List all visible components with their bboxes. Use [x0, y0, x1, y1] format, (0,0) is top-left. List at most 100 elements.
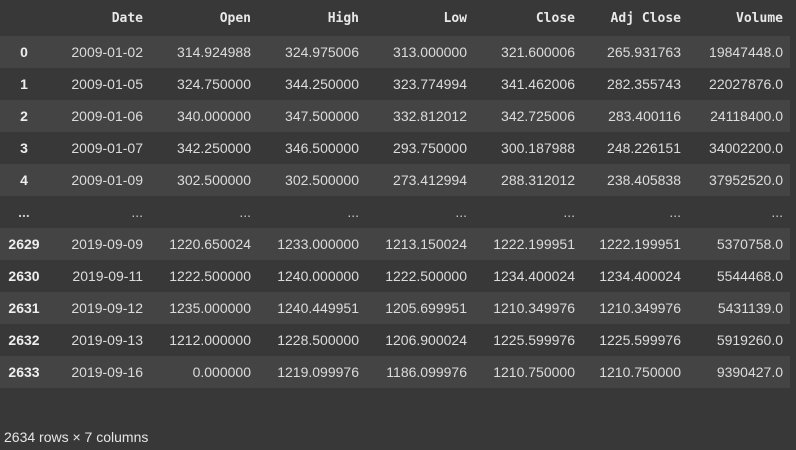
table-cell: 1222.199951: [599, 236, 681, 252]
table-cell: 1233.000000: [277, 236, 359, 252]
table-cell: 2019-09-13: [71, 332, 143, 348]
table-header-row: Date Open High Low Close Adj Close Volume: [0, 0, 790, 36]
table-cell: ...: [669, 204, 681, 220]
table-cell: 342.725006: [501, 108, 575, 124]
row-index-label: 0: [20, 44, 28, 60]
table-cell: 1222.500000: [385, 268, 467, 284]
table-cell: 1222.500000: [169, 268, 251, 284]
table-cell: ...: [239, 204, 251, 220]
table-cell: 5431139.0: [717, 300, 783, 316]
table-row: 2629 2019-09-09 1220.650024 1233.000000 1213…: [0, 228, 790, 260]
table-cell: 5544468.0: [716, 268, 783, 284]
table-cell: 346.500000: [285, 140, 359, 156]
table-cell: ...: [131, 204, 143, 220]
table-cell: 340.000000: [177, 108, 251, 124]
table-cell: 37952520.0: [709, 172, 783, 188]
table-row: 0 2009-01-02 314.924988 324.975006 313.00000…: [0, 36, 790, 68]
table-cell: 1240.449951: [277, 300, 359, 316]
table-cell: ...: [347, 204, 359, 220]
table-cell: 302.500000: [177, 172, 251, 188]
table-cell: 2009-01-09: [71, 172, 143, 188]
table-cell: 1219.099976: [277, 364, 359, 380]
row-index-label: 2630: [8, 268, 40, 284]
table-cell: 1206.900024: [385, 332, 467, 348]
row-index-label: 1: [20, 76, 28, 92]
table-cell: 238.405838: [607, 172, 681, 188]
table-cell: 321.600006: [501, 44, 575, 60]
table-cell: 288.312012: [501, 172, 575, 188]
table-cell: 344.250000: [285, 76, 359, 92]
table-cell: 273.412994: [393, 172, 467, 188]
table-cell: 0.000000: [192, 364, 251, 380]
row-index-label: 3: [20, 140, 28, 156]
table-cell: 1186.099976: [386, 364, 467, 380]
table-cell: 1220.650024: [169, 236, 251, 252]
table-cell: 1210.349976: [599, 300, 681, 316]
table-row: 2633 2019-09-16 0.000000 1219.099976 1186.09…: [0, 356, 790, 388]
table-row: 2630 2019-09-11 1222.500000 1240.000000 1222…: [0, 260, 790, 292]
table-cell: 1234.400024: [599, 268, 681, 284]
table-cell: 2009-01-07: [71, 140, 143, 156]
table-cell: 2019-09-12: [71, 300, 143, 316]
table-cell: 2019-09-09: [71, 236, 143, 252]
table-cell: 2019-09-16: [71, 364, 143, 380]
table-cell: 24118400.0: [710, 108, 783, 124]
table-row: ........................: [0, 196, 790, 228]
table-cell: ...: [455, 204, 467, 220]
table-cell: 347.500000: [285, 108, 359, 124]
table-cell: 324.750000: [177, 76, 251, 92]
table-cell: 9390427.0: [716, 364, 783, 380]
table-cell: 342.250000: [177, 140, 251, 156]
table-row: 2 2009-01-06 340.000000 347.500000 332.81201…: [0, 100, 790, 132]
table-cell: 5370758.0: [716, 236, 783, 252]
table-cell: 1228.500000: [277, 332, 359, 348]
table-cell: 2009-01-05: [71, 76, 143, 92]
table-cell: 1212.000000: [169, 332, 251, 348]
table-cell: 324.975006: [285, 44, 359, 60]
table-cell: 1234.400024: [493, 268, 575, 284]
table-cell: 283.400116: [608, 108, 681, 124]
column-header: High: [327, 10, 359, 26]
table-cell: ...: [563, 204, 575, 220]
table-cell: 1240.000000: [277, 268, 359, 284]
table-row: 2631 2019-09-12 1235.000000 1240.449951 1205…: [0, 292, 790, 324]
table-cell: 1205.699951: [385, 300, 467, 316]
column-header: Close: [535, 10, 575, 26]
table-row: 3 2009-01-07 342.250000 346.500000 293.75000…: [0, 132, 790, 164]
column-header: Date: [111, 10, 143, 26]
table-cell: 313.000000: [393, 44, 467, 60]
table-cell: 302.500000: [285, 172, 359, 188]
table-cell: 1222.199951: [493, 236, 575, 252]
dataframe-output: Date Open High Low Close Adj Close Volume 0 200…: [0, 0, 796, 445]
table-cell: 314.924988: [177, 44, 251, 60]
table-cell: 293.750000: [393, 140, 467, 156]
table-cell: 1213.150024: [385, 236, 467, 252]
table-cell: 2009-01-02: [71, 44, 143, 60]
table-cell: 1235.000000: [169, 300, 251, 316]
table-cell: 5919260.0: [716, 332, 783, 348]
table-cell: 300.187988: [501, 140, 575, 156]
table-cell: 282.355743: [607, 76, 681, 92]
table-cell: 2019-09-11: [72, 268, 143, 284]
table-cell: 1225.599976: [599, 332, 681, 348]
column-header: Adj Close: [610, 10, 681, 26]
table-cell: 19847448.0: [709, 44, 783, 60]
row-index-label: 2629: [8, 236, 40, 252]
row-index-label: 2632: [8, 332, 40, 348]
table-cell: 34002200.0: [709, 140, 783, 156]
table-row: 1 2009-01-05 324.750000 344.250000 323.77499…: [0, 68, 790, 100]
row-index-label: 2631: [8, 300, 40, 316]
index-column-header: [0, 0, 48, 36]
table-cell: 1225.599976: [493, 332, 575, 348]
table-cell: ...: [771, 204, 783, 220]
column-header: Open: [219, 10, 251, 26]
table-cell: 1210.349976: [493, 300, 575, 316]
table-cell: 2009-01-06: [71, 108, 143, 124]
row-index-label: 2633: [8, 364, 40, 380]
table-cell: 1210.750000: [599, 364, 681, 380]
row-index-label: ...: [18, 204, 30, 220]
table-row: 4 2009-01-09 302.500000 302.500000 273.41299…: [0, 164, 790, 196]
table-cell: 22027876.0: [709, 76, 783, 92]
table-cell: 248.226151: [607, 140, 681, 156]
dataframe-table: Date Open High Low Close Adj Close Volume 0 200…: [0, 0, 790, 388]
